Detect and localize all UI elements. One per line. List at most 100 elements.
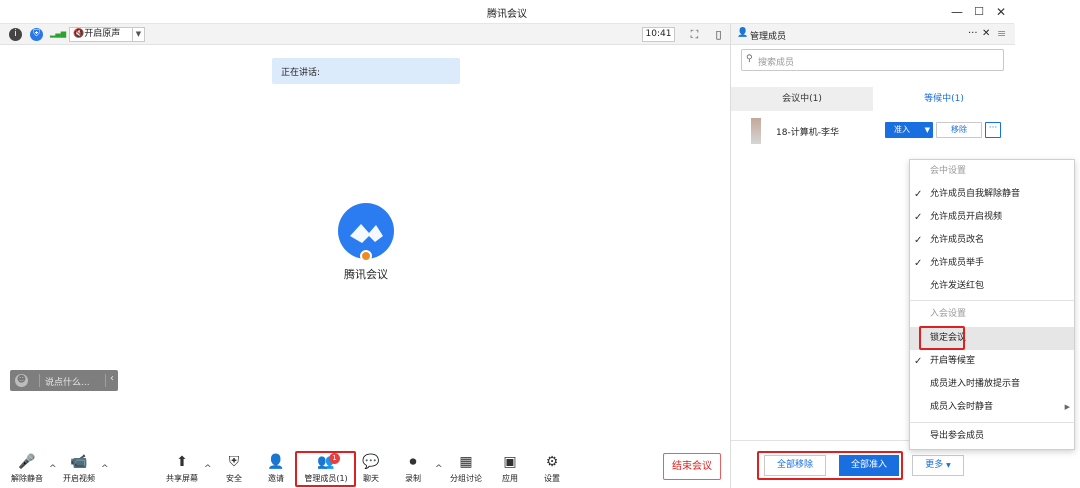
maximize-button[interactable]: ☐ [970, 3, 988, 21]
share-screen-label: 共享屏幕 [166, 474, 198, 483]
fullscreen-icon[interactable]: ⛶ [688, 28, 701, 41]
menu-item-allow-rename[interactable]: ✓ 允许成员改名 [910, 229, 1074, 252]
participant-name: 腾讯会议 [344, 268, 388, 281]
more-button[interactable]: 更多 ▼ [912, 455, 964, 476]
layout-icon[interactable]: ▯ [712, 28, 725, 41]
divider [39, 374, 40, 387]
admit-label: 准入 [894, 125, 910, 134]
menu-item-label: 允许成员改名 [930, 235, 985, 245]
chevron-up-icon[interactable]: ^ [49, 464, 57, 474]
record-button[interactable]: ⏺ 录制 [391, 454, 435, 484]
meeting-info-bar: i ⛨ ▂▄▆ 🔇开启原声 ▼ 10:41 ⛶ ▯ [0, 24, 730, 45]
menu-item-label: 成员入会时静音 [930, 402, 994, 412]
end-meeting-button[interactable]: 结束会议 [663, 453, 721, 480]
menu-divider [910, 300, 1074, 301]
tab-in-meeting[interactable]: 会议中(1) [731, 87, 873, 111]
search-input[interactable]: ⚲ 搜索成员 [741, 49, 1004, 71]
window-title: 腾讯会议 [487, 9, 527, 20]
info-icon[interactable]: i [9, 28, 22, 41]
emoji-icon[interactable]: ☻ [15, 374, 28, 387]
invite-label: 邀请 [268, 474, 284, 483]
security-button[interactable]: ⛨ 安全 [212, 454, 256, 484]
member-tabs: 会议中(1) 等候中(1) [731, 87, 1015, 111]
chevron-up-icon[interactable]: ^ [204, 464, 212, 474]
menu-divider [910, 422, 1074, 423]
settings-button[interactable]: ⚙ 设置 [530, 454, 574, 484]
menu-item-allow-raise-hand[interactable]: ✓ 允许成员举手 [910, 252, 1074, 275]
chevron-right-icon: ▶ [1064, 403, 1070, 411]
menu-item-allow-unmute[interactable]: ✓ 允许成员自我解除静音 [910, 183, 1074, 206]
breakout-rooms-button[interactable]: ▦ 分组讨论 [444, 454, 488, 484]
close-icon[interactable]: ✕ [982, 28, 990, 39]
menu-item-allow-red-packet[interactable]: 允许发送红包 [910, 275, 1074, 298]
menu-item-label: 成员进入时播放提示音 [930, 379, 1021, 389]
chevron-up-icon[interactable]: ^ [101, 464, 109, 474]
tab-waiting[interactable]: 等候中(1) [873, 87, 1015, 111]
menu-item-label: 允许成员自我解除静音 [930, 189, 1021, 199]
highlight-box [757, 451, 903, 480]
collapse-icon[interactable]: ‹ [110, 373, 114, 384]
check-icon: ✓ [914, 189, 923, 200]
apps-label: 应用 [502, 474, 518, 483]
chevron-down-icon[interactable]: ▼ [925, 122, 930, 138]
avatar [751, 118, 761, 144]
admit-button[interactable]: 准入 ▼ [885, 122, 933, 138]
menu-item-label: 开启等候室 [930, 356, 976, 366]
original-sound-toggle[interactable]: 🔇开启原声 ▼ [69, 27, 145, 42]
chat-button[interactable]: 💬 聊天 [349, 454, 393, 484]
mic-muted-icon: 🎤 [18, 454, 36, 470]
member-more-button[interactable]: ··· [985, 122, 1001, 138]
close-button[interactable]: ✕ [992, 3, 1010, 21]
more-label: 更多 [925, 460, 944, 470]
signal-icon[interactable]: ▂▄▆ [50, 28, 66, 41]
apps-button[interactable]: ▣ 应用 [488, 454, 532, 484]
chat-placeholder[interactable]: 说点什么... [45, 375, 90, 388]
record-label: 录制 [405, 474, 421, 483]
menu-section-header: 入会设置 [930, 309, 967, 319]
menu-icon[interactable]: ≡ [997, 27, 1006, 40]
chevron-up-icon[interactable]: ^ [435, 464, 443, 474]
check-icon: ✓ [914, 235, 923, 246]
menu-item-waiting-room[interactable]: ✓ 开启等候室 [910, 350, 1074, 373]
apps-icon: ▣ [503, 454, 517, 470]
check-icon: ✓ [914, 356, 923, 367]
invite-button[interactable]: 👤 邀请 [254, 454, 298, 484]
more-dropdown-menu: 会中设置 ✓ 允许成员自我解除静音 ✓ 允许成员开启视频 ✓ 允许成员改名 ✓ 允许成员… [909, 159, 1075, 450]
remove-button[interactable]: 移除 [936, 122, 982, 138]
original-sound-label: 开启原声 [84, 29, 121, 39]
user-badge-icon [360, 250, 372, 262]
check-icon: ✓ [914, 258, 923, 269]
menu-item-export-members[interactable]: 导出参会成员 [910, 425, 1074, 448]
highlight-box [295, 451, 356, 487]
minimize-button[interactable]: — [948, 3, 966, 21]
menu-item-join-sound[interactable]: 成员进入时播放提示音 [910, 373, 1074, 396]
check-icon: ✓ [914, 212, 923, 223]
menu-section-header: 会中设置 [930, 166, 967, 176]
more-options-button[interactable]: ··· [968, 28, 978, 39]
menu-item-label: 允许发送红包 [930, 281, 985, 291]
menu-item-label: 允许成员开启视频 [930, 212, 1003, 222]
settings-label: 设置 [544, 474, 560, 483]
share-screen-icon: ⬆ [176, 454, 188, 470]
add-user-icon: 👤 [267, 454, 285, 470]
breakout-label: 分组讨论 [450, 474, 482, 483]
menu-item-mute-on-entry[interactable]: 成员入会时静音 ▶ [910, 396, 1074, 419]
chat-input-pill[interactable]: ☻ 说点什么... ‹ [10, 370, 118, 391]
shield-icon[interactable]: ⛨ [30, 28, 43, 41]
panel-title: 管理成员 [750, 32, 787, 42]
shield-icon: ⛨ [228, 454, 240, 470]
menu-item-label: 允许成员举手 [930, 258, 985, 268]
chevron-down-icon: ▼ [946, 462, 951, 469]
divider [105, 374, 106, 387]
menu-item-allow-video[interactable]: ✓ 允许成员开启视频 [910, 206, 1074, 229]
unmute-button[interactable]: 🎤 解除静音 [5, 454, 49, 484]
bottom-toolbar: 🎤 解除静音 ^ 📹 开启视频 ^ ⬆ 共享屏幕 ^ ⛨ 安全 👤 邀请 👥 管… [0, 445, 730, 488]
chevron-down-icon[interactable]: ▼ [132, 28, 144, 41]
highlight-box [919, 326, 965, 350]
gear-icon: ⚙ [545, 454, 559, 470]
start-video-button[interactable]: 📹 开启视频 [57, 454, 101, 484]
menu-item-label: 导出参会成员 [930, 431, 985, 441]
chat-icon: 💬 [362, 454, 380, 470]
share-screen-button[interactable]: ⬆ 共享屏幕 [160, 454, 204, 484]
list-item: 18-计算机-李华 准入 ▼ 移除 ··· [731, 116, 1015, 146]
